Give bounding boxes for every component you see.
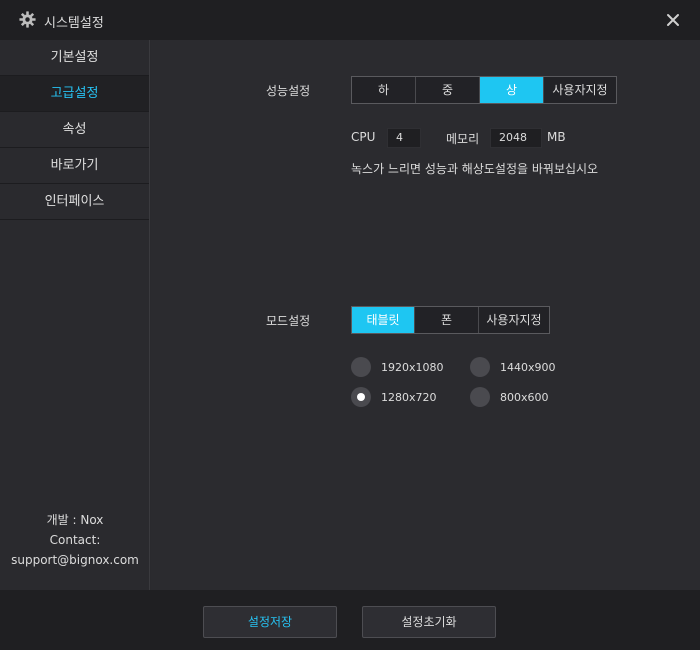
mode-tablet-button[interactable]: 태블릿 <box>352 307 415 333</box>
radio-button-selected[interactable] <box>351 387 371 407</box>
resolution-label: 800x600 <box>500 390 549 404</box>
performance-low-button[interactable]: 하 <box>352 77 416 103</box>
radio-button[interactable] <box>470 357 490 377</box>
mode-custom-button[interactable]: 사용자지정 <box>479 307 549 333</box>
memory-label: 메모리 <box>446 132 480 146</box>
reset-settings-button[interactable]: 설정초기화 <box>362 606 496 638</box>
resolution-option[interactable]: 1440x900 <box>470 357 556 377</box>
performance-label: 성능설정 <box>266 84 311 98</box>
sidebar-item-advanced[interactable]: 고급설정 <box>0 76 149 112</box>
performance-hint: 녹스가 느리면 성능과 해상도설정을 바꿔보십시오 <box>351 162 599 176</box>
developer-line: 개발 : Nox <box>46 513 104 527</box>
performance-custom-button[interactable]: 사용자지정 <box>544 77 616 103</box>
developer-info: 개발 : Nox Contact: support@bignox.com <box>0 510 150 570</box>
settings-window: 시스템설정 기본설정 고급설정 속성 바로가기 인터페이스 개발 : Nox C… <box>0 0 700 650</box>
sidebar-item-basic[interactable]: 기본설정 <box>0 40 149 76</box>
performance-segmented-control: 하 중 상 사용자지정 <box>351 76 617 104</box>
contact-label: Contact: <box>49 533 101 547</box>
save-settings-button[interactable]: 설정저장 <box>203 606 337 638</box>
close-icon[interactable] <box>662 9 684 31</box>
gear-icon <box>19 11 36 28</box>
mode-segmented-control: 태블릿 폰 사용자지정 <box>351 306 550 334</box>
resolution-label: 1280x720 <box>381 390 437 404</box>
contact-email: support@bignox.com <box>11 553 139 567</box>
advanced-settings-panel: 성능설정 하 중 상 사용자지정 CPU 4 메모리 2048 MB 녹스가 느… <box>151 40 700 590</box>
radio-button[interactable] <box>470 387 490 407</box>
sidebar-item-interface[interactable]: 인터페이스 <box>0 184 149 220</box>
window-title: 시스템설정 <box>44 16 104 31</box>
footer-bar: 설정저장 설정초기화 <box>0 590 700 650</box>
resolution-label: 1440x900 <box>500 360 556 374</box>
title-bar: 시스템설정 <box>0 0 700 40</box>
resolution-option[interactable]: 1280x720 <box>351 387 437 407</box>
mode-phone-button[interactable]: 폰 <box>415 307 479 333</box>
performance-high-button[interactable]: 상 <box>480 77 544 103</box>
resolution-label: 1920x1080 <box>381 360 444 374</box>
cpu-field[interactable]: 4 <box>387 128 421 148</box>
radio-button[interactable] <box>351 357 371 377</box>
memory-field[interactable]: 2048 <box>490 128 542 148</box>
sidebar-item-shortcuts[interactable]: 바로가기 <box>0 148 149 184</box>
performance-mid-button[interactable]: 중 <box>416 77 480 103</box>
mode-label: 모드설정 <box>266 314 311 328</box>
sidebar: 기본설정 고급설정 속성 바로가기 인터페이스 개발 : Nox Contact… <box>0 40 150 590</box>
sidebar-item-properties[interactable]: 속성 <box>0 112 149 148</box>
cpu-label: CPU <box>351 130 376 144</box>
resolution-option[interactable]: 1920x1080 <box>351 357 444 377</box>
resolution-option[interactable]: 800x600 <box>470 387 549 407</box>
memory-unit-label: MB <box>547 130 566 144</box>
